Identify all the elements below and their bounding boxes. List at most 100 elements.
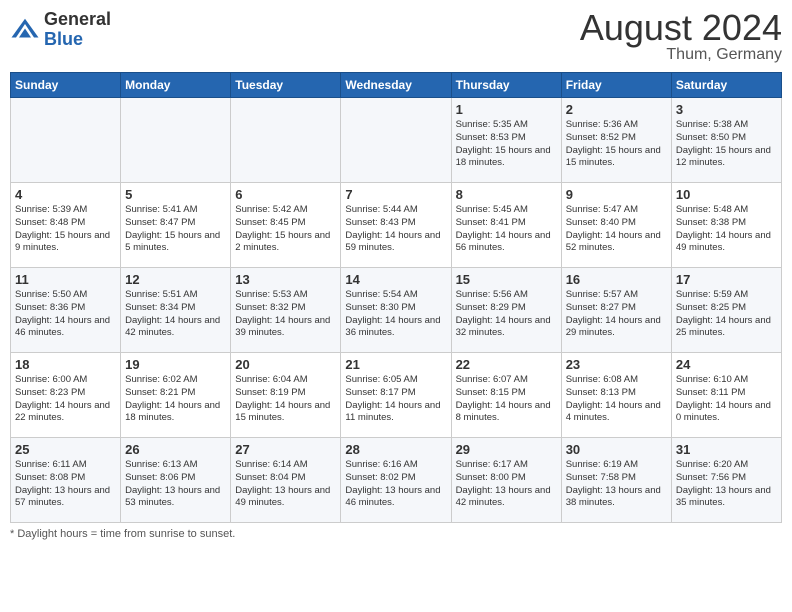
col-header-monday: Monday (121, 73, 231, 98)
day-cell: 15Sunrise: 5:56 AM Sunset: 8:29 PM Dayli… (451, 268, 561, 353)
day-detail: Sunrise: 5:53 AM Sunset: 8:32 PM Dayligh… (235, 289, 336, 340)
day-detail: Sunrise: 5:36 AM Sunset: 8:52 PM Dayligh… (566, 119, 667, 170)
day-cell: 10 Sunrise: 5:48 AM Sunset: 8:38 PM Dayli… (671, 183, 781, 268)
day-detail: Sunrise: 5:42 AM Sunset: 8:45 PM Dayligh… (235, 204, 336, 255)
day-cell: 30 Sunrise: 6:19 AM Sunset: 7:58 PM Dayli… (561, 438, 671, 523)
day-number: 29 (456, 442, 557, 457)
day-number: 5 (125, 187, 226, 202)
day-detail: Sunrise: 5:51 AM Sunset: 8:34 PM Dayligh… (125, 289, 226, 340)
day-cell: 17 Sunrise: 5:59 AM Sunset: 8:25 PM Dayli… (671, 268, 781, 353)
day-detail: Sunrise: 5:44 AM Sunset: 8:43 PM Dayligh… (345, 204, 446, 255)
logo-blue: Blue (44, 30, 111, 50)
day-detail: Sunrise: 5:47 AM Sunset: 8:40 PM Dayligh… (566, 204, 667, 255)
day-number: 21 (345, 357, 446, 372)
day-detail: Sunrise: 6:16 AM Sunset: 8:02 PM Dayligh… (345, 459, 446, 510)
day-number: 27 (235, 442, 336, 457)
day-detail: Sunrise: 5:59 AM Sunset: 8:25 PM Dayligh… (676, 289, 777, 340)
day-cell (11, 98, 121, 183)
day-cell: 23Sunrise: 6:08 AM Sunset: 8:13 PM Dayli… (561, 353, 671, 438)
day-number: 13 (235, 272, 336, 287)
day-number: 18 (15, 357, 116, 372)
day-detail: Sunrise: 5:41 AM Sunset: 8:47 PM Dayligh… (125, 204, 226, 255)
calendar-header: SundayMondayTuesdayWednesdayThursdayFrid… (11, 73, 782, 98)
week-row-5: 25Sunrise: 6:11 AM Sunset: 8:08 PM Dayli… (11, 438, 782, 523)
day-detail: Sunrise: 5:48 AM Sunset: 8:38 PM Dayligh… (676, 204, 777, 255)
day-detail: Sunrise: 6:02 AM Sunset: 8:21 PM Dayligh… (125, 374, 226, 425)
day-detail: Sunrise: 6:19 AM Sunset: 7:58 PM Dayligh… (566, 459, 667, 510)
day-detail: Sunrise: 6:20 AM Sunset: 7:56 PM Dayligh… (676, 459, 777, 510)
day-number: 9 (566, 187, 667, 202)
day-detail: Sunrise: 5:57 AM Sunset: 8:27 PM Dayligh… (566, 289, 667, 340)
day-cell: 18 Sunrise: 6:00 AM Sunset: 8:23 PM Dayli… (11, 353, 121, 438)
footer-note: * Daylight hours = time from sunrise to … (10, 528, 782, 540)
week-row-2: 4 Sunrise: 5:39 AM Sunset: 8:48 PM Daylig… (11, 183, 782, 268)
day-detail: Sunrise: 5:35 AM Sunset: 8:53 PM Dayligh… (456, 119, 557, 170)
day-cell: 11Sunrise: 5:50 AM Sunset: 8:36 PM Dayli… (11, 268, 121, 353)
day-detail: Sunrise: 6:17 AM Sunset: 8:00 PM Dayligh… (456, 459, 557, 510)
day-number: 17 (676, 272, 777, 287)
day-detail: Sunrise: 6:13 AM Sunset: 8:06 PM Dayligh… (125, 459, 226, 510)
day-number: 10 (676, 187, 777, 202)
day-cell: 5 Sunrise: 5:41 AM Sunset: 8:47 PM Daylig… (121, 183, 231, 268)
day-cell: 24 Sunrise: 6:10 AM Sunset: 8:11 PM Dayli… (671, 353, 781, 438)
header-row: SundayMondayTuesdayWednesdayThursdayFrid… (11, 73, 782, 98)
day-cell: 9 Sunrise: 5:47 AM Sunset: 8:40 PM Daylig… (561, 183, 671, 268)
day-cell: 7Sunrise: 5:44 AM Sunset: 8:43 PM Daylig… (341, 183, 451, 268)
day-detail: Sunrise: 5:54 AM Sunset: 8:30 PM Dayligh… (345, 289, 446, 340)
day-number: 24 (676, 357, 777, 372)
logo: General Blue (10, 10, 111, 50)
day-cell: 27 Sunrise: 6:14 AM Sunset: 8:04 PM Dayli… (231, 438, 341, 523)
location: Thum, Germany (580, 46, 782, 64)
day-detail: Sunrise: 5:38 AM Sunset: 8:50 PM Dayligh… (676, 119, 777, 170)
day-detail: Sunrise: 6:14 AM Sunset: 8:04 PM Dayligh… (235, 459, 336, 510)
day-number: 31 (676, 442, 777, 457)
day-number: 25 (15, 442, 116, 457)
day-number: 30 (566, 442, 667, 457)
day-cell: 16 Sunrise: 5:57 AM Sunset: 8:27 PM Dayli… (561, 268, 671, 353)
day-cell (341, 98, 451, 183)
week-row-1: 1 Sunrise: 5:35 AM Sunset: 8:53 PM Daylig… (11, 98, 782, 183)
day-cell: 13 Sunrise: 5:53 AM Sunset: 8:32 PM Dayli… (231, 268, 341, 353)
day-number: 8 (456, 187, 557, 202)
day-number: 16 (566, 272, 667, 287)
day-cell: 6 Sunrise: 5:42 AM Sunset: 8:45 PM Daylig… (231, 183, 341, 268)
day-cell: 2Sunrise: 5:36 AM Sunset: 8:52 PM Daylig… (561, 98, 671, 183)
day-detail: Sunrise: 5:50 AM Sunset: 8:36 PM Dayligh… (15, 289, 116, 340)
logo-icon (10, 15, 40, 45)
day-detail: Sunrise: 5:56 AM Sunset: 8:29 PM Dayligh… (456, 289, 557, 340)
day-cell: 8Sunrise: 5:45 AM Sunset: 8:41 PM Daylig… (451, 183, 561, 268)
day-number: 3 (676, 102, 777, 117)
day-cell: 26 Sunrise: 6:13 AM Sunset: 8:06 PM Dayli… (121, 438, 231, 523)
page-header: General Blue August 2024 Thum, Germany (10, 10, 782, 64)
week-row-4: 18 Sunrise: 6:00 AM Sunset: 8:23 PM Dayli… (11, 353, 782, 438)
col-header-thursday: Thursday (451, 73, 561, 98)
day-cell: 19 Sunrise: 6:02 AM Sunset: 8:21 PM Dayli… (121, 353, 231, 438)
day-number: 6 (235, 187, 336, 202)
day-number: 26 (125, 442, 226, 457)
logo-text: General Blue (44, 10, 111, 50)
day-cell: 31 Sunrise: 6:20 AM Sunset: 7:56 PM Dayli… (671, 438, 781, 523)
day-number: 4 (15, 187, 116, 202)
day-detail: Sunrise: 5:39 AM Sunset: 8:48 PM Dayligh… (15, 204, 116, 255)
day-cell: 3 Sunrise: 5:38 AM Sunset: 8:50 PM Daylig… (671, 98, 781, 183)
day-cell: 1 Sunrise: 5:35 AM Sunset: 8:53 PM Daylig… (451, 98, 561, 183)
day-cell: 25Sunrise: 6:11 AM Sunset: 8:08 PM Dayli… (11, 438, 121, 523)
day-number: 22 (456, 357, 557, 372)
day-detail: Sunrise: 6:07 AM Sunset: 8:15 PM Dayligh… (456, 374, 557, 425)
col-header-saturday: Saturday (671, 73, 781, 98)
day-cell: 20Sunrise: 6:04 AM Sunset: 8:19 PM Dayli… (231, 353, 341, 438)
day-detail: Sunrise: 6:10 AM Sunset: 8:11 PM Dayligh… (676, 374, 777, 425)
col-header-tuesday: Tuesday (231, 73, 341, 98)
day-number: 14 (345, 272, 446, 287)
day-cell: 4 Sunrise: 5:39 AM Sunset: 8:48 PM Daylig… (11, 183, 121, 268)
day-cell: 14 Sunrise: 5:54 AM Sunset: 8:30 PM Dayli… (341, 268, 451, 353)
week-row-3: 11Sunrise: 5:50 AM Sunset: 8:36 PM Dayli… (11, 268, 782, 353)
day-number: 20 (235, 357, 336, 372)
day-detail: Sunrise: 6:00 AM Sunset: 8:23 PM Dayligh… (15, 374, 116, 425)
day-cell: 29 Sunrise: 6:17 AM Sunset: 8:00 PM Dayli… (451, 438, 561, 523)
day-number: 1 (456, 102, 557, 117)
month-year: August 2024 (580, 10, 782, 46)
day-cell (231, 98, 341, 183)
day-number: 19 (125, 357, 226, 372)
day-cell: 28Sunrise: 6:16 AM Sunset: 8:02 PM Dayli… (341, 438, 451, 523)
